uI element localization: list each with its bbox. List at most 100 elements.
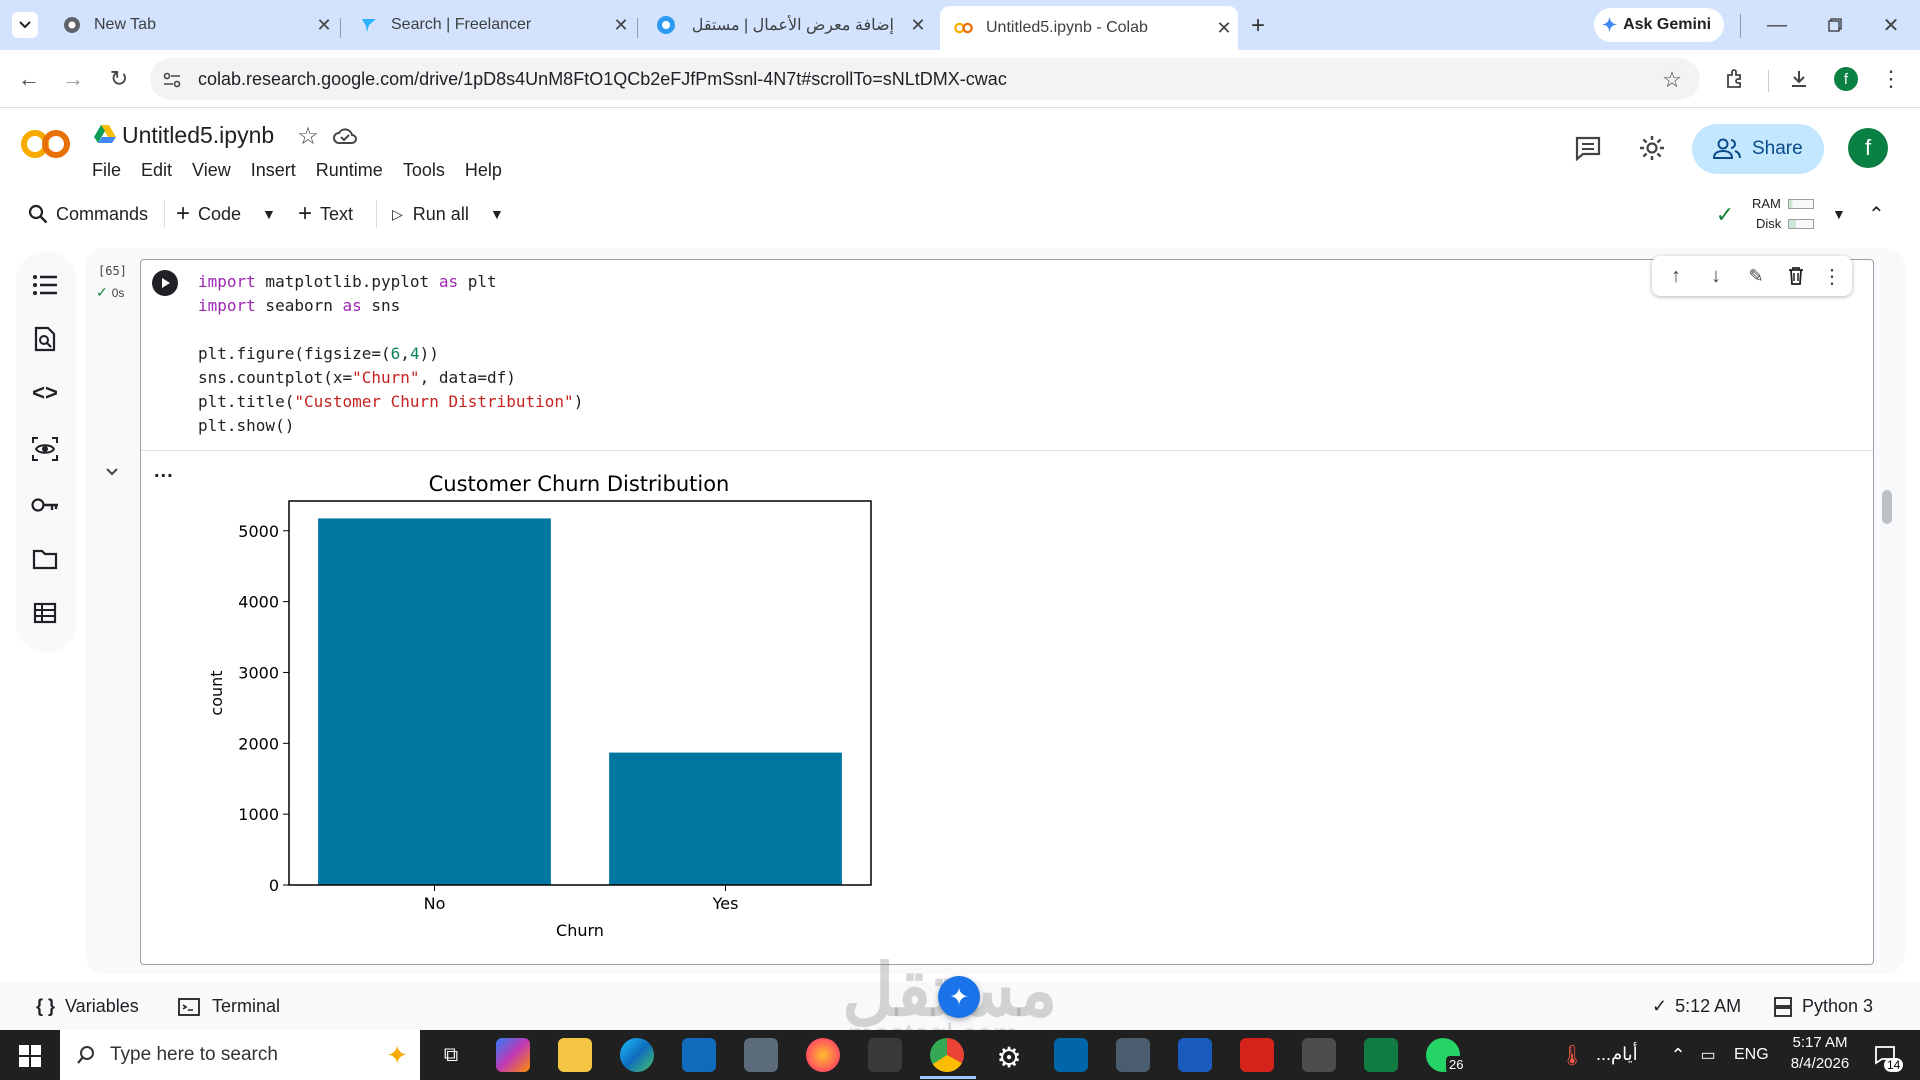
window-close-icon[interactable]: ✕ [1876, 10, 1906, 40]
menu-runtime[interactable]: Runtime [316, 160, 383, 181]
more-vert-icon[interactable]: ⋮ [1820, 262, 1844, 290]
close-icon[interactable]: ✕ [310, 15, 338, 36]
notebook-title[interactable]: Untitled5.ipynb [122, 122, 274, 149]
close-icon[interactable]: ✕ [904, 15, 932, 36]
copilot-sparkle-icon: ✦ [386, 1039, 408, 1070]
forward-arrow-icon[interactable]: → [58, 64, 88, 94]
add-text-button[interactable]: + Text [298, 198, 353, 230]
output-divider [141, 450, 1873, 451]
profile-avatar[interactable]: f [1834, 67, 1858, 91]
new-tab-plus-icon[interactable]: + [1244, 12, 1272, 40]
close-icon[interactable]: ✕ [607, 15, 635, 36]
restore-icon[interactable] [1820, 10, 1850, 40]
move-down-arrow-icon[interactable]: ↓ [1702, 262, 1730, 290]
google-drive-icon [94, 124, 118, 146]
collapse-header-icon[interactable]: ⌃ [1868, 198, 1885, 230]
excel-icon[interactable] [1364, 1038, 1398, 1072]
bar-yes [609, 752, 842, 885]
task-view-icon[interactable]: ⧉ [436, 1040, 466, 1070]
menu-edit[interactable]: Edit [141, 160, 172, 181]
browser-menu-icon[interactable]: ⋮ [1876, 64, 1906, 94]
run-all-dropdown[interactable]: ▼ [490, 198, 504, 230]
tab-colab-active[interactable]: Untitled5.ipynb - Colab ✕ [940, 6, 1238, 50]
clock[interactable]: 5:17 AM 8/4/2026 [1780, 1034, 1860, 1072]
menu-view[interactable]: View [192, 160, 231, 181]
divider [1740, 14, 1741, 38]
variables-button[interactable]: { } Variables [36, 996, 139, 1017]
runtime-dropdown[interactable]: ▼ [1832, 198, 1846, 230]
run-cell-button[interactable] [152, 270, 178, 296]
address-bar[interactable]: colab.research.google.com/drive/1pD8s4Un… [150, 58, 1700, 100]
windows-start-icon[interactable] [14, 1040, 46, 1072]
comments-icon[interactable] [1570, 132, 1606, 164]
file-explorer-icon[interactable] [558, 1038, 592, 1072]
terminal-button[interactable]: Terminal [178, 996, 280, 1017]
menu-file[interactable]: File [92, 160, 121, 181]
share-button[interactable]: Share [1692, 124, 1824, 174]
find-replace-icon[interactable] [30, 324, 60, 354]
menu-tools[interactable]: Tools [403, 160, 445, 181]
download-icon[interactable] [1784, 64, 1814, 94]
word-icon[interactable] [1178, 1038, 1212, 1072]
code-snippets-icon[interactable]: <> [30, 378, 60, 408]
star-notebook-icon[interactable]: ☆ [294, 122, 322, 150]
bookmark-star-icon[interactable]: ☆ [1658, 66, 1686, 94]
add-code-button[interactable]: + Code [176, 198, 241, 230]
weather-text[interactable]: أيام... [1596, 1044, 1638, 1065]
firefox-icon[interactable] [806, 1038, 840, 1072]
taskbar-search-box[interactable]: Type here to search ✦ [60, 1030, 420, 1080]
edit-pencil-icon[interactable]: ✎ [1742, 262, 1770, 290]
data-table-icon[interactable] [30, 598, 60, 628]
app-icon[interactable] [1116, 1038, 1150, 1072]
files-folder-icon[interactable] [30, 544, 60, 574]
commands-button[interactable]: Commands [28, 198, 148, 230]
tab-search-button[interactable] [12, 12, 38, 38]
back-arrow-icon[interactable]: ← [14, 64, 44, 94]
output-menu-dots[interactable]: ... [154, 460, 174, 483]
ask-gemini-button[interactable]: ✦ Ask Gemini [1594, 8, 1724, 42]
camera-icon[interactable] [744, 1038, 778, 1072]
colab-logo[interactable] [18, 126, 74, 162]
run-all-button[interactable]: ▷ Run all [392, 198, 469, 230]
kaggle-icon[interactable] [1302, 1038, 1336, 1072]
resource-indicator[interactable]: RAM Disk [1752, 196, 1832, 236]
user-initial: f [1864, 135, 1872, 160]
outlook-icon[interactable] [682, 1038, 716, 1072]
copilot-app-icon[interactable] [496, 1038, 530, 1072]
check-icon: ✓ [96, 284, 108, 300]
user-avatar[interactable]: f [1848, 128, 1888, 168]
tab-new-tab[interactable]: New Tab ✕ [48, 8, 338, 42]
colab-icon [954, 18, 974, 38]
acrobat-icon[interactable] [1240, 1038, 1274, 1072]
store-icon[interactable] [868, 1038, 902, 1072]
key-icon[interactable] [30, 490, 60, 520]
network-icon[interactable]: ▭ [1696, 1042, 1720, 1068]
add-code-dropdown[interactable]: ▼ [262, 198, 276, 230]
scrollbar-thumb[interactable] [1882, 490, 1892, 524]
tray-chevron-up-icon[interactable]: ⌃ [1666, 1042, 1690, 1068]
settings-gear-icon[interactable]: ⚙ [992, 1040, 1026, 1074]
braces-icon: { } [36, 996, 56, 1016]
tab-mostaql[interactable]: إضافة معرض الأعمال | مستقل ✕ [642, 8, 932, 42]
last-run-status[interactable]: ✓ 5:12 AM [1652, 996, 1741, 1017]
extensions-icon[interactable] [1720, 64, 1750, 94]
edge-icon[interactable] [620, 1038, 654, 1072]
runtime-type[interactable]: Python 3 [1774, 996, 1873, 1017]
input-language[interactable]: ENG [1734, 1046, 1769, 1064]
menu-help[interactable]: Help [465, 160, 502, 181]
vscode-icon[interactable] [1054, 1038, 1088, 1072]
tab-freelancer[interactable]: Search | Freelancer ✕ [345, 8, 635, 42]
site-info-icon[interactable] [160, 68, 184, 92]
collapse-output-icon[interactable] [98, 458, 126, 486]
move-up-arrow-icon[interactable]: ↑ [1662, 262, 1690, 290]
secrets-eye-icon[interactable] [30, 434, 60, 464]
table-of-contents-icon[interactable] [30, 270, 60, 300]
chrome-icon[interactable] [930, 1038, 964, 1072]
delete-trash-icon[interactable] [1782, 262, 1810, 290]
settings-gear-icon[interactable] [1634, 130, 1670, 166]
gemini-fab-button[interactable]: ✦ [938, 976, 980, 1018]
menu-insert[interactable]: Insert [251, 160, 296, 181]
minimize-icon[interactable]: — [1762, 10, 1792, 40]
reload-icon[interactable]: ↻ [104, 64, 134, 94]
close-icon[interactable]: ✕ [1210, 18, 1238, 39]
